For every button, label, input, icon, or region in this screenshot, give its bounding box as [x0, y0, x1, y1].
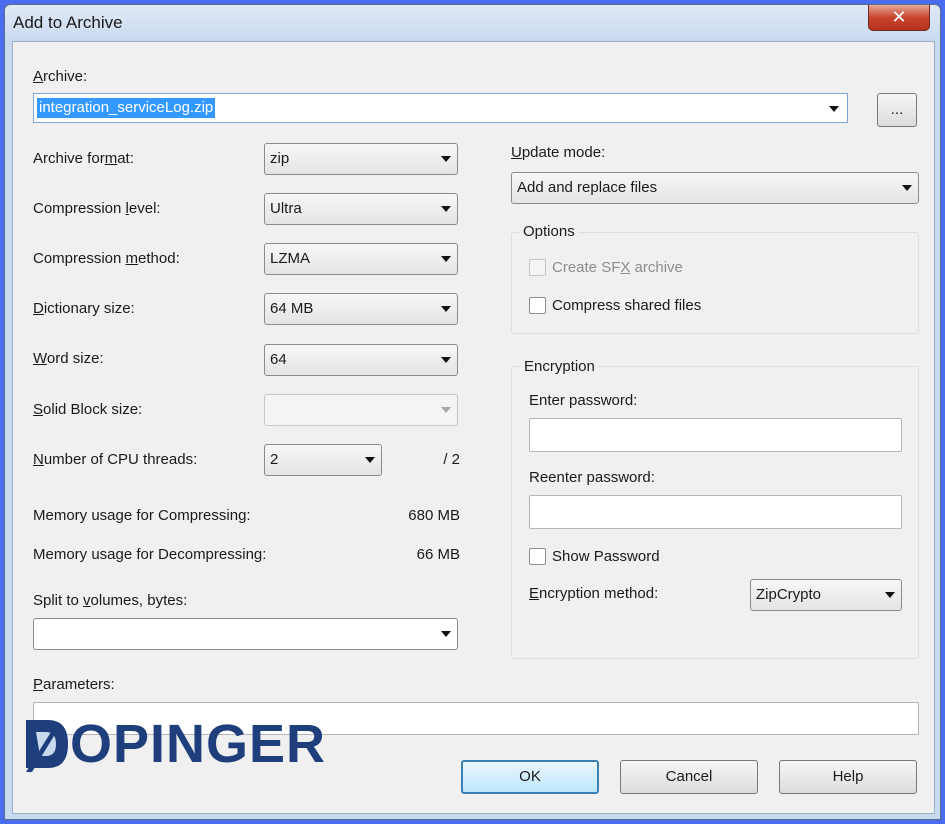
- cpu-threads-select[interactable]: 2: [264, 444, 382, 476]
- archive-format-label: Archive format:: [33, 150, 134, 167]
- parameters-label: Parameters:: [33, 676, 115, 693]
- enter-password-label: Enter password:: [529, 392, 638, 409]
- chevron-down-icon: [441, 156, 451, 162]
- encryption-method-select[interactable]: ZipCrypto: [750, 579, 902, 611]
- update-mode-value: Add and replace files: [517, 179, 658, 196]
- title-bar: Add to Archive ✕: [5, 5, 940, 41]
- chevron-down-icon: [441, 407, 451, 413]
- create-sfx-checkbox: [529, 259, 546, 276]
- solid-block-size-label: Solid Block size:: [33, 401, 143, 418]
- add-to-archive-window: Add to Archive ✕ Archive: integration_se…: [4, 4, 941, 820]
- help-button[interactable]: Help: [779, 760, 917, 794]
- window-title: Add to Archive: [13, 13, 123, 32]
- chevron-down-icon: [441, 631, 451, 637]
- dictionary-size-value: 64 MB: [270, 300, 314, 317]
- enter-password-input[interactable]: [529, 418, 902, 452]
- close-icon: ✕: [891, 7, 907, 27]
- chevron-down-icon: [885, 592, 895, 598]
- chevron-down-icon: [441, 306, 451, 312]
- compression-method-select[interactable]: LZMA: [264, 243, 458, 275]
- update-mode-select[interactable]: Add and replace files: [511, 172, 919, 204]
- archive-format-value: zip: [270, 150, 290, 167]
- show-password-label[interactable]: Show Password: [552, 548, 660, 565]
- compress-shared-label[interactable]: Compress shared files: [552, 297, 701, 314]
- compression-level-value: Ultra: [270, 200, 302, 217]
- memory-compress-label: Memory usage for Compressing:: [33, 507, 251, 524]
- create-sfx-label: Create SFX archive: [552, 259, 683, 276]
- logo-d-icon: [26, 720, 68, 772]
- archive-format-select[interactable]: zip: [264, 143, 458, 175]
- archive-path-value: integration_serviceLog.zip: [37, 98, 216, 118]
- options-group-title: Options: [520, 223, 578, 240]
- compression-level-label: Compression level:: [33, 200, 161, 217]
- dialog-body: Archive: integration_serviceLog.zip ... …: [12, 41, 935, 814]
- update-mode-label: Update mode:: [511, 144, 606, 161]
- chevron-down-icon: [365, 457, 375, 463]
- chevron-down-icon: [902, 185, 912, 191]
- dopinger-logo: OPINGER: [22, 712, 342, 774]
- chevron-down-icon: [441, 357, 451, 363]
- word-size-label: Word size:: [33, 350, 104, 367]
- encryption-method-label: Encryption method:: [529, 585, 659, 602]
- ok-button[interactable]: OK: [461, 760, 599, 794]
- options-group: [511, 232, 919, 334]
- cpu-threads-value: 2: [270, 451, 279, 468]
- compress-shared-checkbox[interactable]: [529, 297, 546, 314]
- reenter-password-input[interactable]: [529, 495, 902, 529]
- cancel-button[interactable]: Cancel: [620, 760, 758, 794]
- word-size-value: 64: [270, 351, 287, 368]
- split-volumes-label: Split to volumes, bytes:: [33, 592, 188, 609]
- encryption-group-title: Encryption: [521, 358, 598, 375]
- logo-text: OPINGER: [70, 714, 327, 774]
- dictionary-size-select[interactable]: 64 MB: [264, 293, 458, 325]
- memory-decompress-label: Memory usage for Decompressing:: [33, 546, 267, 563]
- memory-compress-value: 680 MB: [408, 507, 460, 524]
- archive-path-combo[interactable]: integration_serviceLog.zip: [33, 93, 848, 123]
- cpu-threads-max: / 2: [443, 451, 460, 468]
- compression-level-select[interactable]: Ultra: [264, 193, 458, 225]
- encryption-method-value: ZipCrypto: [756, 586, 822, 603]
- archive-label: Archive:: [33, 68, 88, 85]
- compression-method-value: LZMA: [270, 250, 311, 267]
- close-button[interactable]: ✕: [868, 5, 930, 31]
- memory-decompress-value: 66 MB: [416, 546, 460, 563]
- chevron-down-icon: [829, 106, 839, 112]
- compression-method-label: Compression method:: [33, 250, 180, 267]
- chevron-down-icon: [441, 206, 451, 212]
- chevron-down-icon: [441, 256, 451, 262]
- browse-button[interactable]: ...: [877, 93, 917, 127]
- cpu-threads-label: Number of CPU threads:: [33, 451, 198, 468]
- show-password-checkbox[interactable]: [529, 548, 546, 565]
- word-size-select[interactable]: 64: [264, 344, 458, 376]
- split-volumes-combo[interactable]: [33, 618, 458, 650]
- solid-block-size-select: [264, 394, 458, 426]
- reenter-password-label: Reenter password:: [529, 469, 655, 486]
- dictionary-size-label: Dictionary size:: [33, 300, 135, 317]
